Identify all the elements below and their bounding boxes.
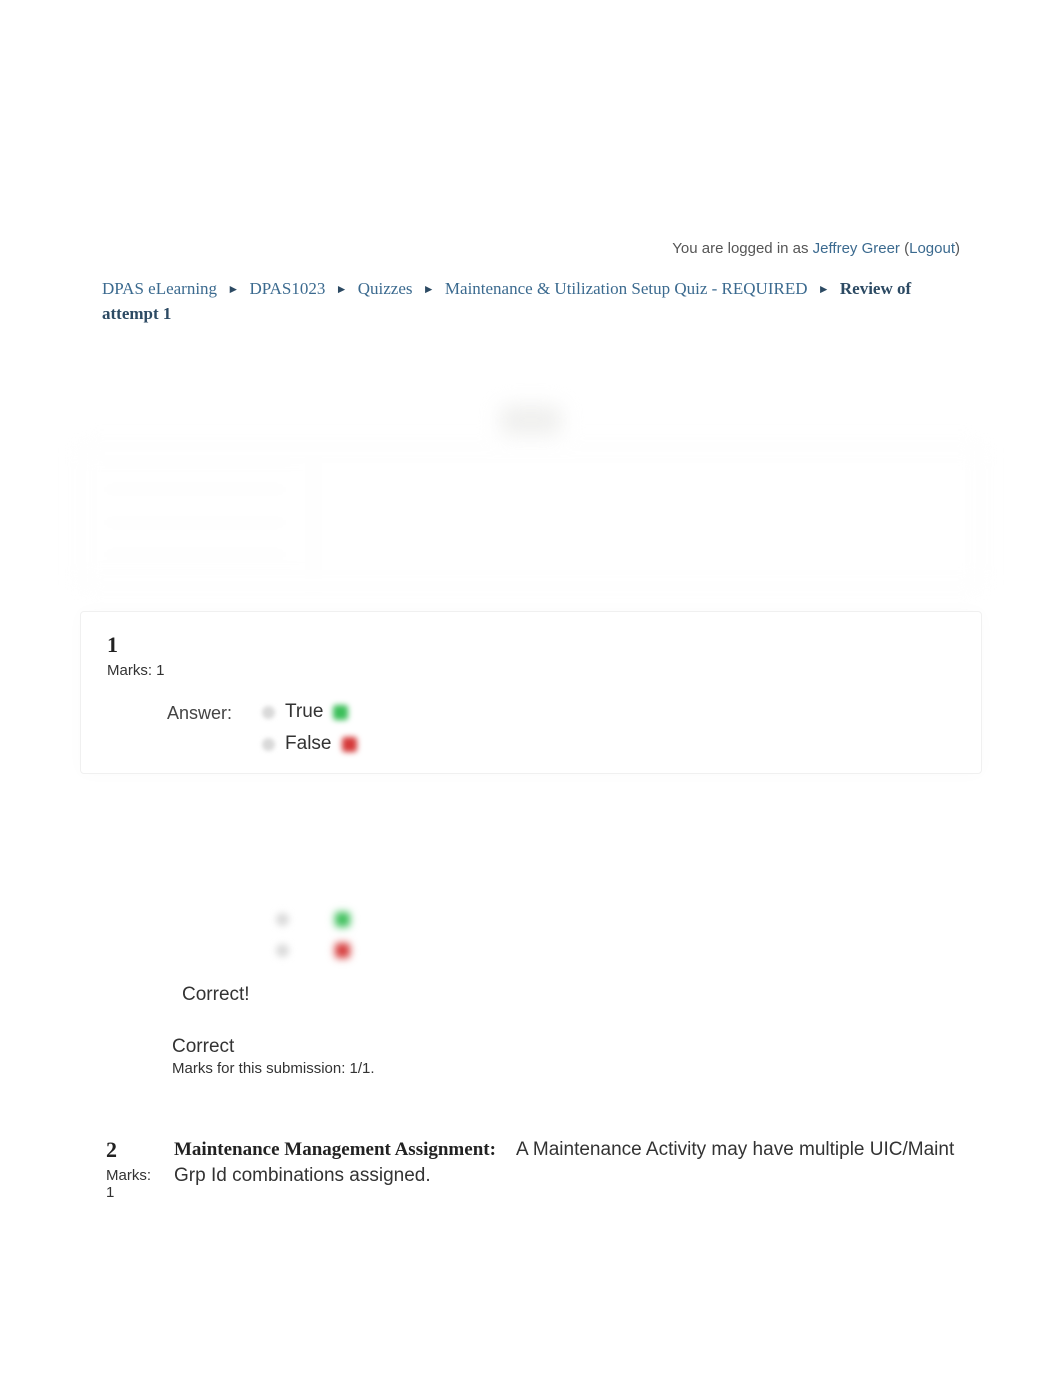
check-icon bbox=[333, 705, 348, 720]
chevron-right-icon: ► bbox=[227, 281, 239, 298]
question-number: 2 bbox=[106, 1137, 117, 1162]
breadcrumb-link-2[interactable]: Quizzes bbox=[358, 279, 413, 298]
x-icon bbox=[335, 943, 350, 958]
chevron-right-icon: ► bbox=[818, 281, 830, 298]
feedback-card: Correct! Correct Marks for this submissi… bbox=[80, 894, 982, 1095]
breadcrumb-link-0[interactable]: DPAS eLearning bbox=[102, 279, 217, 298]
feedback-choices-blurred bbox=[106, 912, 956, 958]
radio-icon bbox=[262, 706, 275, 719]
check-icon bbox=[335, 912, 350, 927]
radio-icon bbox=[276, 913, 289, 926]
breadcrumb-link-3[interactable]: Maintenance & Utilization Setup Quiz - R… bbox=[445, 279, 808, 298]
radio-icon bbox=[262, 738, 275, 751]
chevron-right-icon: ► bbox=[423, 281, 435, 298]
page-root: You are logged in as Jeffrey Greer (Logo… bbox=[0, 0, 1062, 1245]
question-marks: Marks: 1 bbox=[107, 662, 955, 679]
question-marks: Marks: 1 bbox=[106, 1167, 162, 1201]
choice-label: False bbox=[285, 733, 331, 755]
x-icon bbox=[342, 737, 357, 752]
choices-group: True False bbox=[262, 701, 356, 755]
breadcrumb: DPAS eLearning ► DPAS1023 ► Quizzes ► Ma… bbox=[0, 257, 1062, 326]
login-prefix: You are logged in as bbox=[672, 240, 812, 257]
choice-false[interactable]: False bbox=[262, 733, 356, 755]
user-link[interactable]: Jeffrey Greer bbox=[813, 240, 900, 257]
feedback-status: Correct bbox=[172, 1036, 956, 1058]
question-card-2: 2 Marks: 1 Maintenance Management Assign… bbox=[80, 1123, 982, 1205]
question-number: 1 bbox=[107, 632, 118, 657]
chevron-right-icon: ► bbox=[336, 281, 348, 298]
continue-button-blurred bbox=[501, 406, 561, 434]
question-text: Maintenance Management Assignment: A Mai… bbox=[174, 1137, 956, 1188]
radio-icon bbox=[276, 944, 289, 957]
answer-label: Answer: bbox=[167, 701, 232, 724]
feedback-text: Correct! bbox=[172, 978, 260, 1012]
attempt-summary-blurred bbox=[80, 406, 982, 587]
question-title: Maintenance Management Assignment: bbox=[174, 1139, 496, 1160]
paren-close: ) bbox=[955, 240, 960, 257]
question-card-1: 1 Marks: 1 Answer: True False bbox=[80, 611, 982, 774]
choice-true[interactable]: True bbox=[262, 701, 356, 723]
login-status: You are logged in as Jeffrey Greer (Logo… bbox=[0, 0, 1062, 257]
choice-label: True bbox=[285, 701, 323, 723]
logout-link[interactable]: Logout bbox=[909, 240, 955, 257]
feedback-submission-marks: Marks for this submission: 1/1. bbox=[172, 1060, 956, 1077]
answer-row: Answer: True False bbox=[107, 701, 955, 755]
breadcrumb-link-1[interactable]: DPAS1023 bbox=[249, 279, 325, 298]
